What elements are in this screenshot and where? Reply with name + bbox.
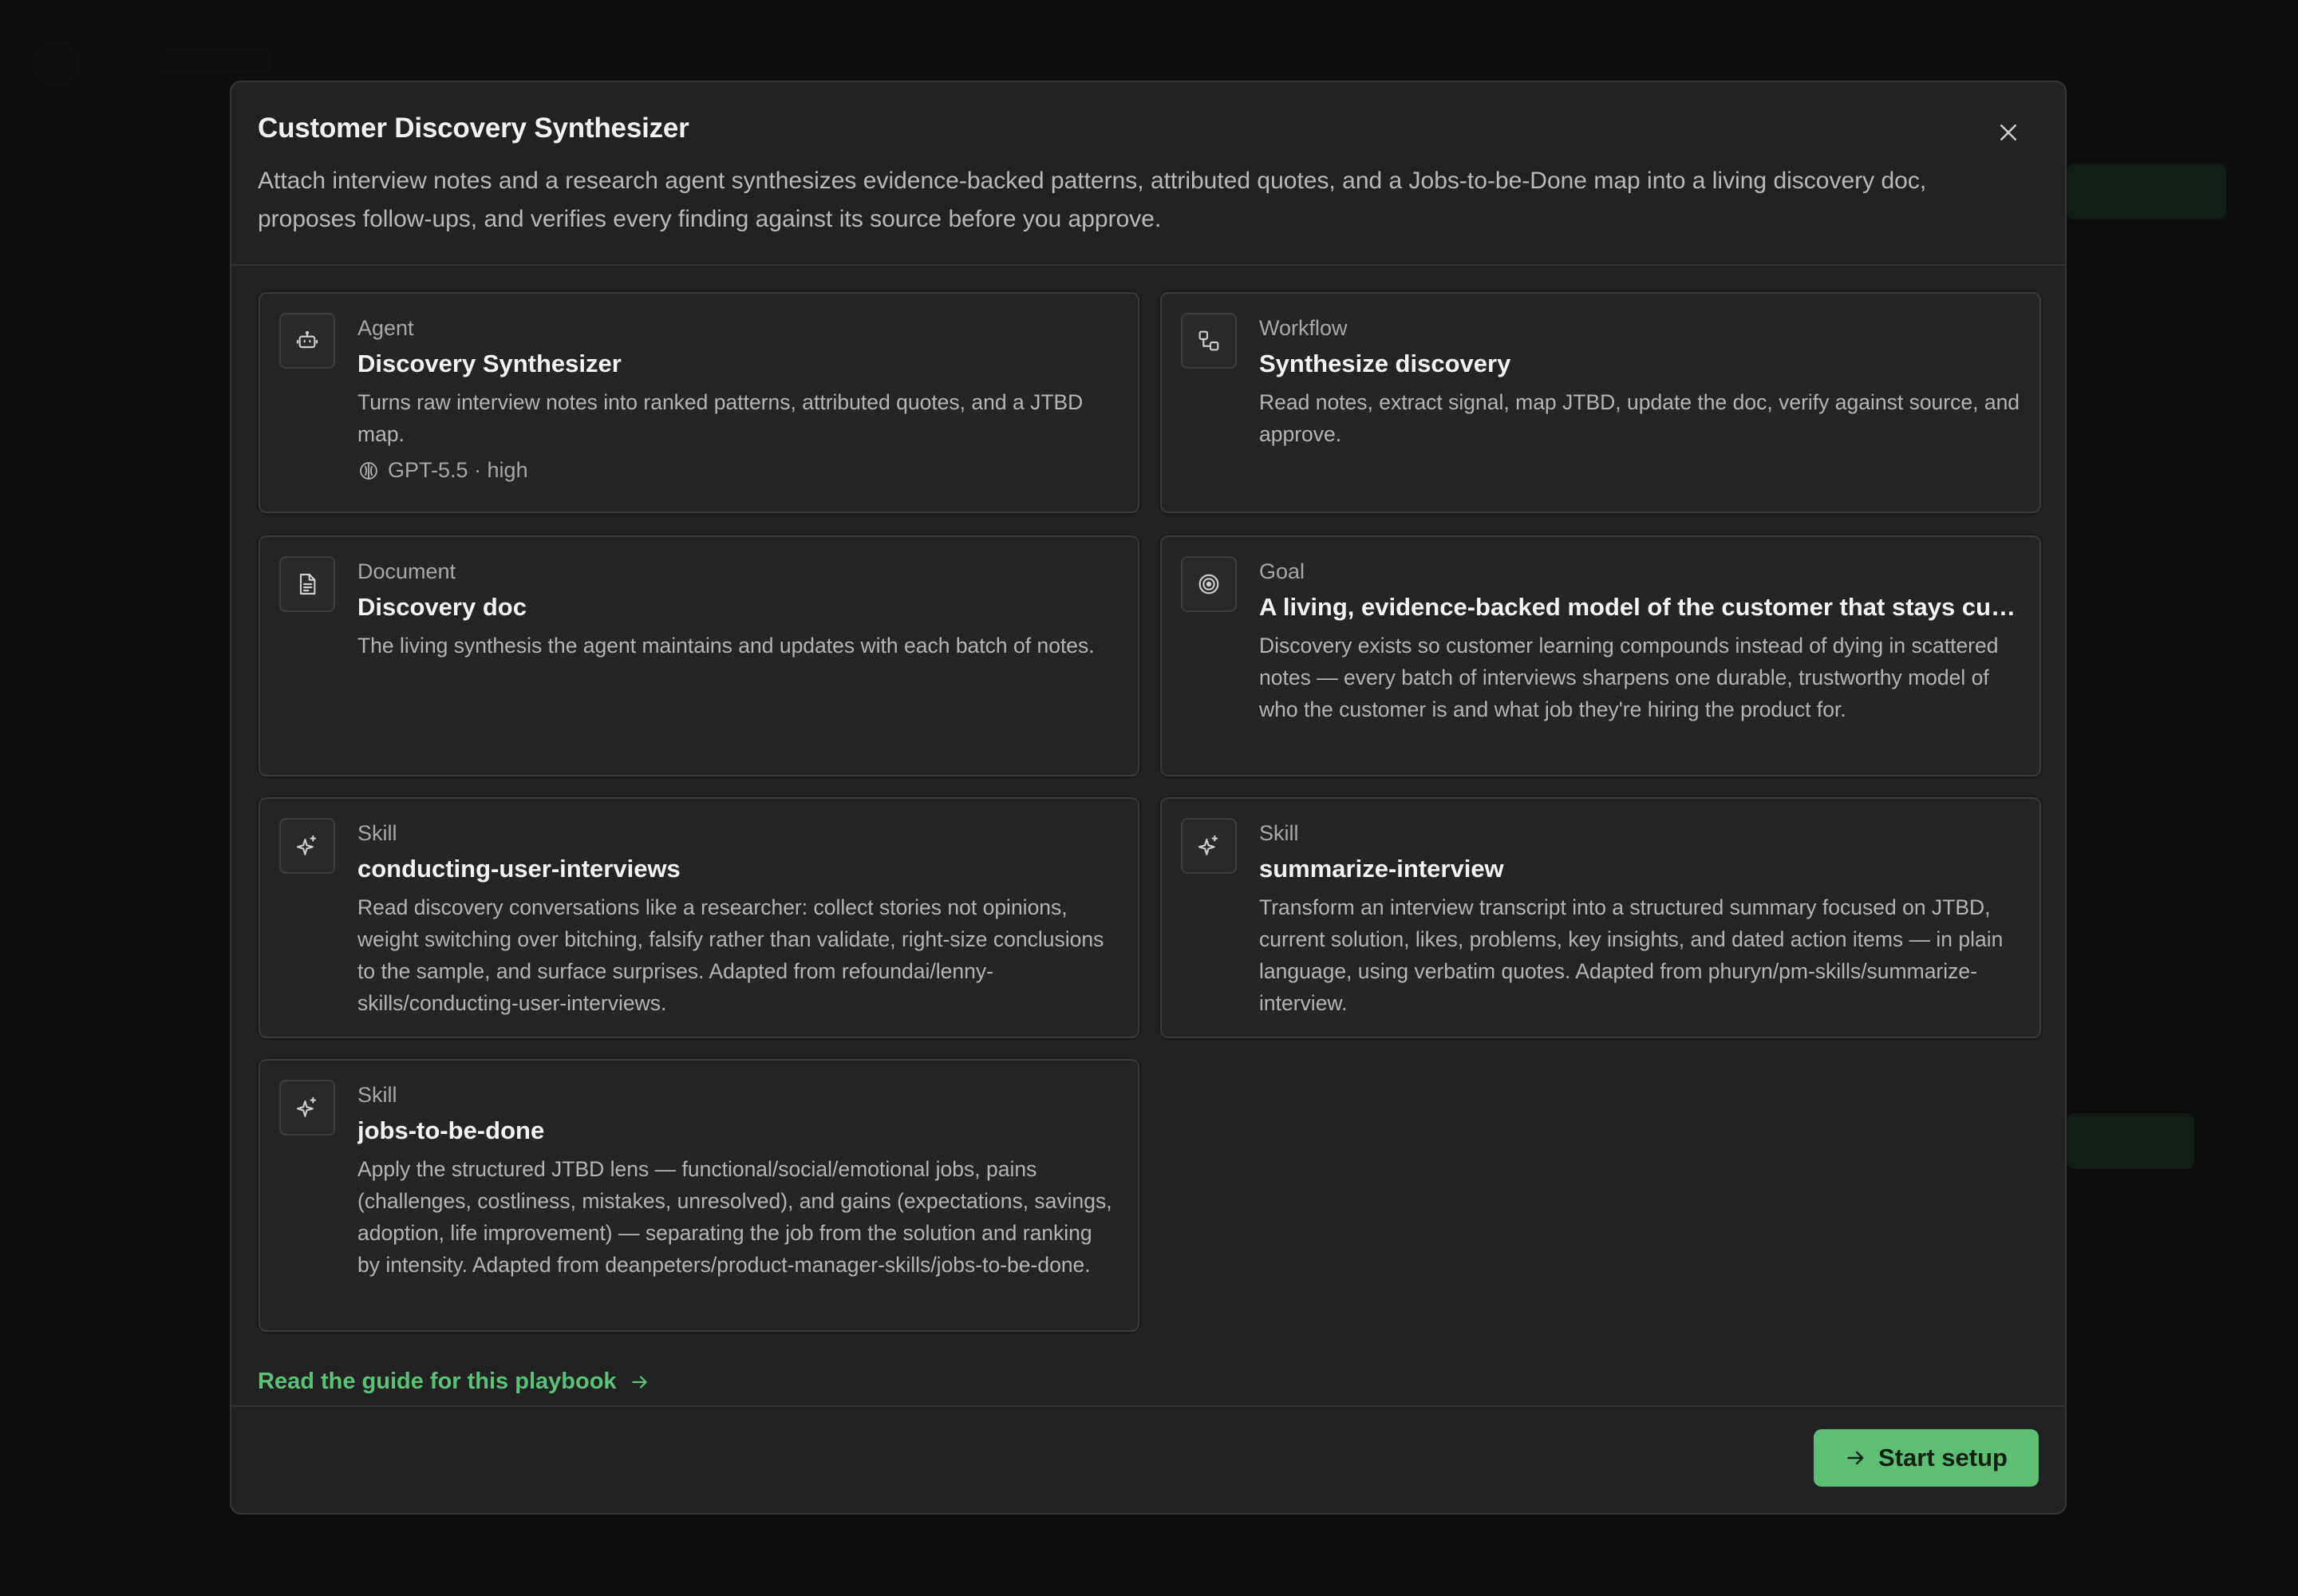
card-description: The living synthesis the agent maintains…	[357, 634, 1095, 658]
skill-card[interactable]: Skill conducting-user-interviews Read di…	[259, 797, 1139, 1038]
card-description: Apply the structured JTBD lens — functio…	[357, 1157, 1112, 1277]
start-setup-button[interactable]: Start setup	[1814, 1429, 2039, 1487]
guide-link[interactable]: Read the guide for this playbook	[258, 1369, 650, 1395]
card-description: Read notes, extract signal, map JTBD, up…	[1259, 390, 2020, 446]
close-button[interactable]	[1996, 120, 2020, 144]
card-name: jobs-to-be-done	[357, 1116, 545, 1144]
document-icon	[279, 556, 335, 612]
workflow-card[interactable]: Workflow Synthesize discovery Read notes…	[1160, 292, 2041, 513]
sparkle-icon	[1181, 818, 1237, 874]
card-kind: Skill	[357, 1083, 397, 1107]
goal-card[interactable]: Goal A living, evidence-backed model of …	[1160, 535, 2041, 776]
card-name: A living, evidence-backed model of the c…	[1259, 593, 2017, 621]
card-kind: Agent	[357, 316, 414, 340]
sparkle-icon	[279, 1080, 335, 1136]
card-name: Discovery Synthesizer	[357, 350, 622, 377]
card-kind: Skill	[1259, 821, 1299, 845]
card-description: Read discovery conversations like a rese…	[357, 895, 1104, 1015]
document-card[interactable]: Document Discovery doc The living synthe…	[259, 535, 1139, 776]
card-name: conducting-user-interviews	[357, 855, 681, 883]
model-label: GPT-5.5 · high	[388, 458, 528, 482]
workflow-icon	[1181, 313, 1237, 369]
card-kind: Goal	[1259, 559, 1305, 583]
brain-icon	[360, 461, 377, 480]
sparkle-icon	[279, 818, 335, 874]
card-kind: Document	[357, 559, 456, 583]
model-badge: GPT-5.5 · high	[357, 458, 528, 483]
card-kind: Workflow	[1259, 316, 1348, 340]
robot-icon	[279, 313, 335, 369]
skill-card[interactable]: Skill jobs-to-be-done Apply the structur…	[259, 1059, 1139, 1332]
card-name: Synthesize discovery	[1259, 350, 1511, 377]
arrow-right-icon	[1847, 1451, 1864, 1465]
skill-card[interactable]: Skill summarize-interview Transform an i…	[1160, 797, 2041, 1038]
guide-link-label: Read the guide for this playbook	[258, 1369, 617, 1394]
start-setup-label: Start setup	[1878, 1444, 2008, 1472]
card-name: summarize-interview	[1259, 855, 1504, 883]
agent-card[interactable]: Agent Discovery Synthesizer Turns raw in…	[259, 292, 1139, 513]
arrow-right-icon	[631, 1375, 647, 1389]
modal-header: Customer Discovery Synthesizer Attach in…	[231, 82, 2065, 266]
footer-divider	[231, 1405, 2065, 1407]
card-kind: Skill	[357, 821, 397, 845]
target-icon	[1181, 556, 1237, 612]
modal-title: Customer Discovery Synthesizer	[258, 113, 689, 144]
modal-description: Attach interview notes and a research ag…	[258, 168, 1927, 232]
card-description: Turns raw interview notes into ranked pa…	[357, 390, 1084, 446]
playbook-modal: Customer Discovery Synthesizer Attach in…	[230, 81, 2067, 1515]
card-description: Transform an interview transcript into a…	[1259, 895, 2004, 1015]
card-description: Discovery exists so customer learning co…	[1259, 634, 1999, 721]
close-icon	[2000, 124, 2016, 140]
card-name: Discovery doc	[357, 593, 527, 621]
